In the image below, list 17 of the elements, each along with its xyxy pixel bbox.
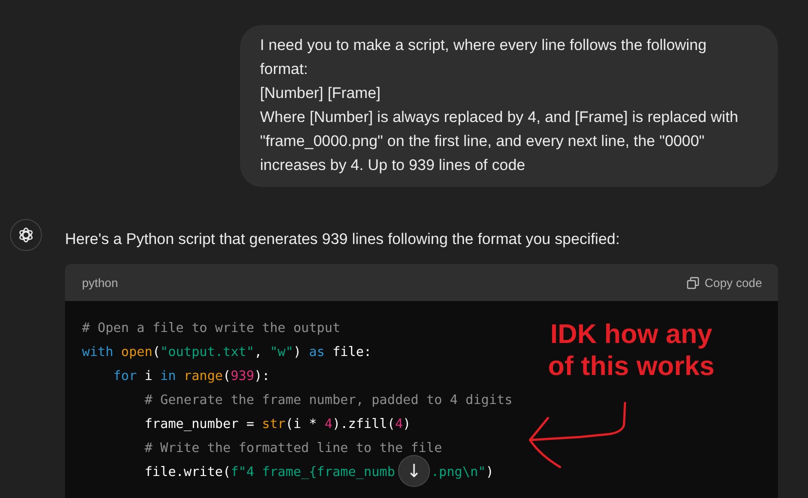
code-line: # Generate the frame number, padded to 4 digits (144, 392, 512, 410)
message-text: Where [Number] is always replaced by 4, and [Frame] is replaced with "frame_0000.png" on the first line, and every next line, the "0000" increases by 4. Up to 939 lines of code (260, 108, 740, 176)
message-text: [Number] [Frame] (260, 84, 382, 104)
response-text: Here's a Python script that generates 939 lines following the format you specified: (65, 230, 621, 250)
annotation-text: IDK how any (549, 318, 714, 350)
code-line: # Open a file to write the output (82, 320, 340, 338)
copy-icon (686, 276, 699, 288)
annotation-text: of this works (548, 350, 715, 382)
code-fragment: .png\n") (431, 464, 494, 482)
code-line: # Write the formatted line to the file (144, 440, 442, 458)
code-line: file.write(f"4 frame_{frame_numb (144, 464, 396, 482)
copy-code-button[interactable]: Copy code (686, 276, 762, 290)
message-text: I need you to make a script, where every line follows the following format: (260, 36, 708, 80)
language-label: python (82, 276, 118, 290)
code-line: for i in range(939): (113, 368, 270, 386)
code-line: frame_number = str(i * 4).zfill(4) (144, 416, 411, 434)
code-line: with open("output.txt", "w") as file: (82, 344, 372, 362)
